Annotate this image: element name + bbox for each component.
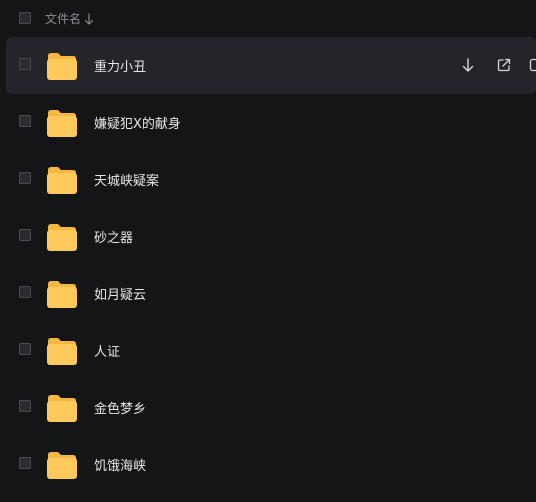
folder-row[interactable]: 砂之器 — [0, 208, 536, 265]
file-list-header: 文件名 — [0, 0, 536, 36]
row-checkbox[interactable] — [19, 115, 31, 127]
folder-icon — [45, 106, 78, 139]
folder-row[interactable]: 重力小丑 — [6, 37, 536, 94]
folder-row[interactable]: 人证 — [0, 322, 536, 379]
folder-name[interactable]: 饥饿海峡 — [94, 455, 146, 474]
folder-icon — [45, 220, 78, 253]
folder-row[interactable]: 饥饿海峡 — [0, 436, 536, 493]
row-checkbox[interactable] — [19, 400, 31, 412]
folder-name[interactable]: 砂之器 — [94, 227, 133, 246]
row-checkbox[interactable] — [19, 172, 31, 184]
row-checkbox[interactable] — [19, 457, 31, 469]
folder-icon — [45, 277, 78, 310]
folder-name[interactable]: 重力小丑 — [94, 56, 146, 75]
row-actions — [446, 37, 536, 94]
folder-icon — [45, 334, 78, 367]
row-checkbox[interactable] — [19, 343, 31, 355]
folder-name[interactable]: 金色梦乡 — [94, 398, 146, 417]
folder-icon — [45, 391, 78, 424]
folder-name[interactable]: 如月疑云 — [94, 284, 146, 303]
folder-name[interactable]: 人证 — [94, 341, 120, 360]
folder-name[interactable]: 嫌疑犯X的献身 — [94, 113, 181, 132]
row-checkbox[interactable] — [19, 286, 31, 298]
more-icon[interactable] — [527, 56, 536, 74]
folder-icon — [45, 448, 78, 481]
folder-row[interactable]: 天城峡疑案 — [0, 151, 536, 208]
arrow-down-icon — [84, 12, 94, 25]
folder-row[interactable]: 如月疑云 — [0, 265, 536, 322]
select-all-checkbox[interactable] — [19, 12, 31, 24]
folder-icon — [45, 163, 78, 196]
sort-by-name-header[interactable]: 文件名 — [45, 10, 94, 27]
row-checkbox[interactable] — [19, 58, 31, 70]
file-list: 文件名 重力小丑 嫌疑犯X的献身 天城峡疑案 砂之器 如月疑云 人证 金色梦乡 … — [0, 0, 536, 502]
folder-icon — [45, 49, 78, 82]
folder-row[interactable]: 嫌疑犯X的献身 — [0, 94, 536, 151]
download-icon[interactable] — [459, 56, 477, 74]
row-checkbox[interactable] — [19, 229, 31, 241]
folder-name[interactable]: 天城峡疑案 — [94, 170, 159, 189]
folder-rows: 重力小丑 嫌疑犯X的献身 天城峡疑案 砂之器 如月疑云 人证 金色梦乡 饥饿海峡 — [0, 37, 536, 493]
folder-row[interactable]: 金色梦乡 — [0, 379, 536, 436]
share-icon[interactable] — [495, 56, 513, 74]
column-label: 文件名 — [45, 12, 82, 26]
